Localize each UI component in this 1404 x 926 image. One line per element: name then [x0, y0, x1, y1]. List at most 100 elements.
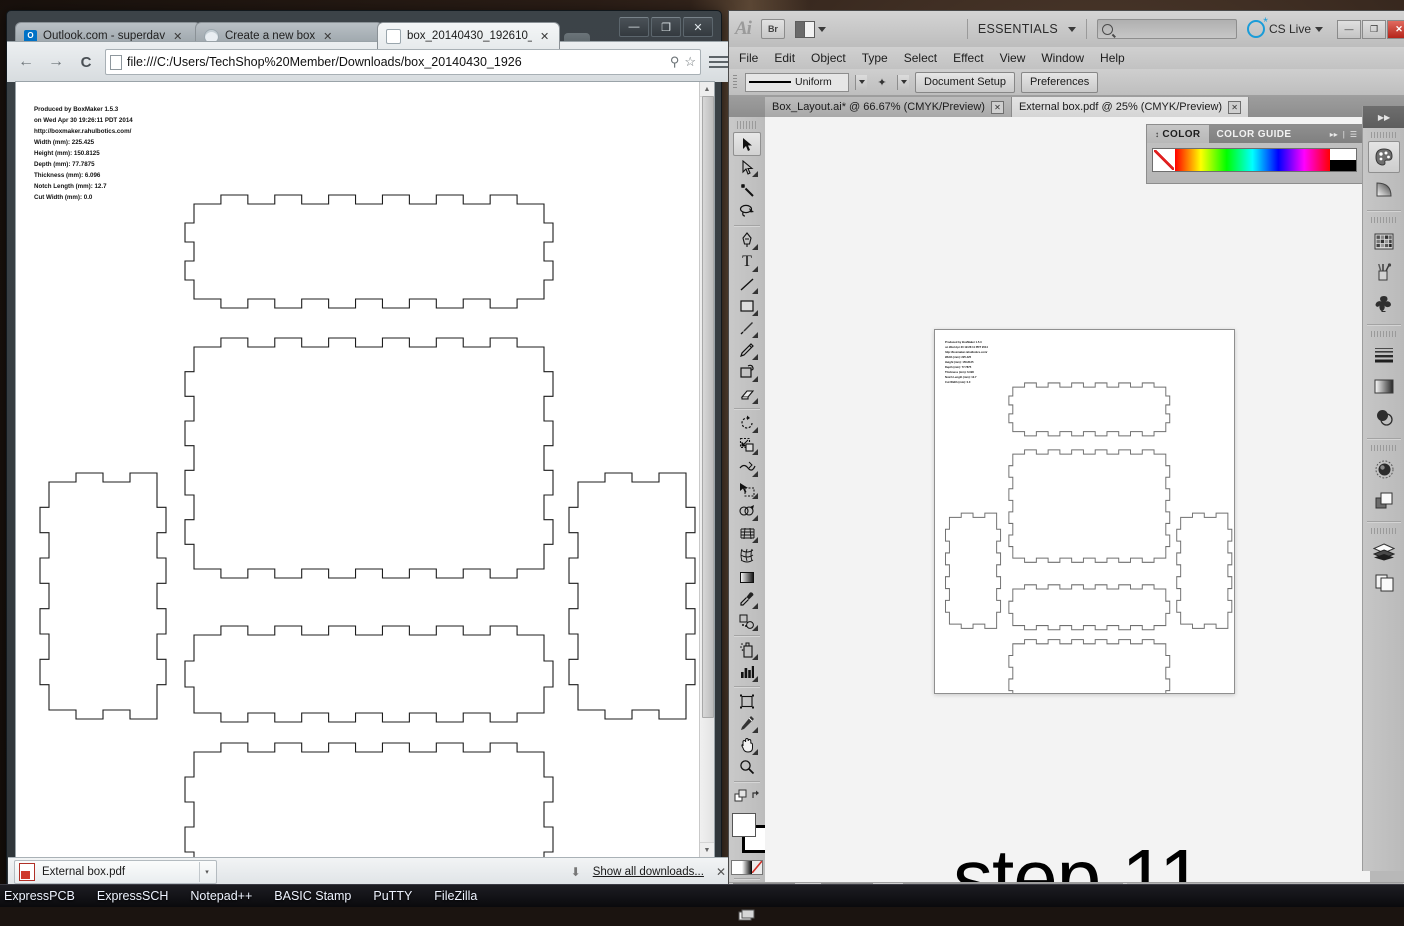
stroke-profile-dropdown[interactable]: Uniform [745, 72, 849, 92]
column-graph-tool[interactable] [734, 661, 760, 683]
screen-mode-icon[interactable] [734, 904, 760, 926]
rotate-tool[interactable] [734, 412, 760, 434]
eraser-tool[interactable] [734, 383, 760, 405]
slice-tool[interactable] [734, 712, 760, 734]
blend-tool[interactable] [734, 610, 760, 632]
type-tool[interactable]: T [734, 251, 760, 273]
chrome-titlebar[interactable]: O Outlook.com - superdav ✕ Create a new … [7, 11, 721, 49]
shape-builder-tool[interactable] [734, 500, 760, 522]
download-item[interactable]: External box.pdf ▾ [14, 860, 217, 884]
gradient-panel-icon[interactable] [1369, 174, 1399, 204]
none-color-swatch[interactable] [1153, 149, 1175, 171]
download-caret-icon[interactable]: ▾ [199, 862, 214, 882]
brush-definition-chevron-icon[interactable] [897, 74, 909, 90]
collapse-panel-icon[interactable]: ▸▸ [1330, 130, 1338, 139]
ai-minimize-button[interactable]: — [1337, 19, 1361, 39]
desktop-icon-filezilla[interactable]: FileZilla [434, 889, 477, 903]
scroll-up-arrow-icon[interactable]: ▲ [700, 82, 714, 97]
cs-live-button[interactable]: CS Live [1246, 15, 1323, 38]
downloads-bar-close-icon[interactable]: ✕ [716, 865, 726, 879]
none-button[interactable] [752, 861, 762, 874]
dock-gripper[interactable] [1371, 528, 1397, 534]
menu-type[interactable]: Type [862, 51, 888, 65]
ai-restore-button[interactable]: ❐ [1362, 19, 1386, 39]
toolbox-gripper[interactable] [737, 121, 757, 129]
symbols-panel-icon[interactable] [1369, 288, 1399, 318]
free-transform-tool[interactable] [734, 478, 760, 500]
white-swatch[interactable] [1330, 149, 1356, 160]
eyedropper-tool[interactable] [734, 588, 760, 610]
illustrator-canvas[interactable]: Produced by BoxMaker 1.5.3 on Wed Apr 30… [765, 117, 1370, 882]
scale-tool[interactable] [734, 434, 760, 456]
desktop-icon-expresspcb[interactable]: ExpressPCB [4, 889, 75, 903]
control-bar-gripper[interactable] [733, 75, 737, 89]
chrome-close-button[interactable]: ✕ [683, 17, 713, 37]
ai-close-button[interactable]: ✕ [1387, 19, 1404, 39]
expand-panels-icon[interactable]: ▶▶ [1363, 106, 1404, 128]
dock-gripper[interactable] [1371, 331, 1397, 337]
stroke-profile-chevron-icon[interactable] [855, 74, 867, 90]
chevron-down-icon[interactable] [1067, 26, 1076, 32]
bookmark-star-icon[interactable]: ☆ [684, 54, 696, 70]
zoom-icon[interactable]: ⚲ [670, 54, 680, 70]
fill-and-stroke-swatches[interactable] [730, 811, 770, 855]
pen-tool[interactable] [734, 229, 760, 251]
chrome-minimize-button[interactable]: — [619, 17, 649, 37]
workspace-switcher[interactable]: ESSENTIALS [978, 22, 1058, 36]
tab-color[interactable]: ↕ COLOR [1147, 125, 1209, 143]
artboard-tool[interactable] [734, 690, 760, 712]
desktop-icon-expresssch[interactable]: ExpressSCH [97, 889, 169, 903]
zoom-tool[interactable] [734, 756, 760, 778]
forward-button-icon[interactable]: → [45, 51, 67, 73]
show-all-downloads-link[interactable]: Show all downloads... [593, 866, 704, 878]
dock-gripper[interactable] [1371, 445, 1397, 451]
lasso-tool[interactable] [734, 200, 760, 222]
selection-tool[interactable] [733, 132, 761, 156]
appearance-panel-icon[interactable] [1369, 454, 1399, 484]
color-panel-icon[interactable] [1368, 141, 1400, 173]
tab-color-guide[interactable]: COLOR GUIDE [1209, 125, 1300, 143]
color-ramp[interactable] [1175, 149, 1330, 171]
line-segment-tool[interactable] [734, 273, 760, 295]
perspective-grid-tool[interactable] [734, 522, 760, 544]
artboards-panel-icon[interactable] [1369, 568, 1399, 598]
brush-definition-icon[interactable]: ✦ [873, 74, 891, 91]
fill-swatch[interactable] [732, 813, 756, 837]
chrome-maximize-button[interactable]: ❐ [651, 17, 681, 37]
bridge-button[interactable]: Br [760, 19, 785, 39]
doc-tab-external-box[interactable]: External box.pdf @ 25% (CMYK/Preview) ✕ [1011, 97, 1250, 117]
pdf-vertical-scrollbar[interactable]: ▲ ▼ [699, 82, 714, 857]
preferences-button[interactable]: Preferences [1020, 71, 1099, 93]
fill-stroke-swap-icons[interactable] [734, 785, 760, 807]
transparency-panel-icon[interactable] [1369, 402, 1399, 432]
chrome-tab-box-pdf[interactable]: box_20140430_192610_34 ✕ [377, 22, 560, 49]
color-mode-buttons[interactable] [731, 860, 763, 875]
arrange-documents-button[interactable] [794, 20, 826, 38]
menu-effect[interactable]: Effect [953, 51, 983, 65]
doc-tab-close-icon[interactable]: ✕ [990, 100, 1004, 114]
dock-gripper[interactable] [1371, 217, 1397, 223]
menu-object[interactable]: Object [811, 51, 846, 65]
desktop-icon-notepadpp[interactable]: Notepad++ [190, 889, 252, 903]
chrome-tab-close-icon[interactable]: ✕ [540, 30, 549, 43]
rectangle-tool[interactable] [734, 295, 760, 317]
gradient-tool[interactable] [734, 566, 760, 588]
stroke-panel-icon[interactable] [1369, 340, 1399, 370]
graphic-styles-panel-icon[interactable] [1369, 485, 1399, 515]
mesh-tool[interactable] [734, 544, 760, 566]
gradient-panel-icon-2[interactable] [1369, 371, 1399, 401]
menu-file[interactable]: File [739, 51, 758, 65]
menu-edit[interactable]: Edit [774, 51, 795, 65]
doc-tab-close-icon[interactable]: ✕ [1228, 100, 1242, 114]
dock-gripper[interactable] [1371, 132, 1397, 138]
menu-select[interactable]: Select [904, 51, 937, 65]
search-input[interactable] [1096, 19, 1237, 39]
blob-brush-tool[interactable] [734, 361, 760, 383]
menu-window[interactable]: Window [1041, 51, 1084, 65]
black-swatch[interactable] [1330, 160, 1356, 171]
panel-menu-icon[interactable]: ☰ [1350, 130, 1357, 139]
direct-selection-tool[interactable] [734, 156, 760, 178]
width-tool[interactable] [734, 456, 760, 478]
magic-wand-tool[interactable] [734, 178, 760, 200]
chrome-address-bar[interactable]: file:///C:/Users/TechShop%20Member/Downl… [105, 49, 701, 75]
